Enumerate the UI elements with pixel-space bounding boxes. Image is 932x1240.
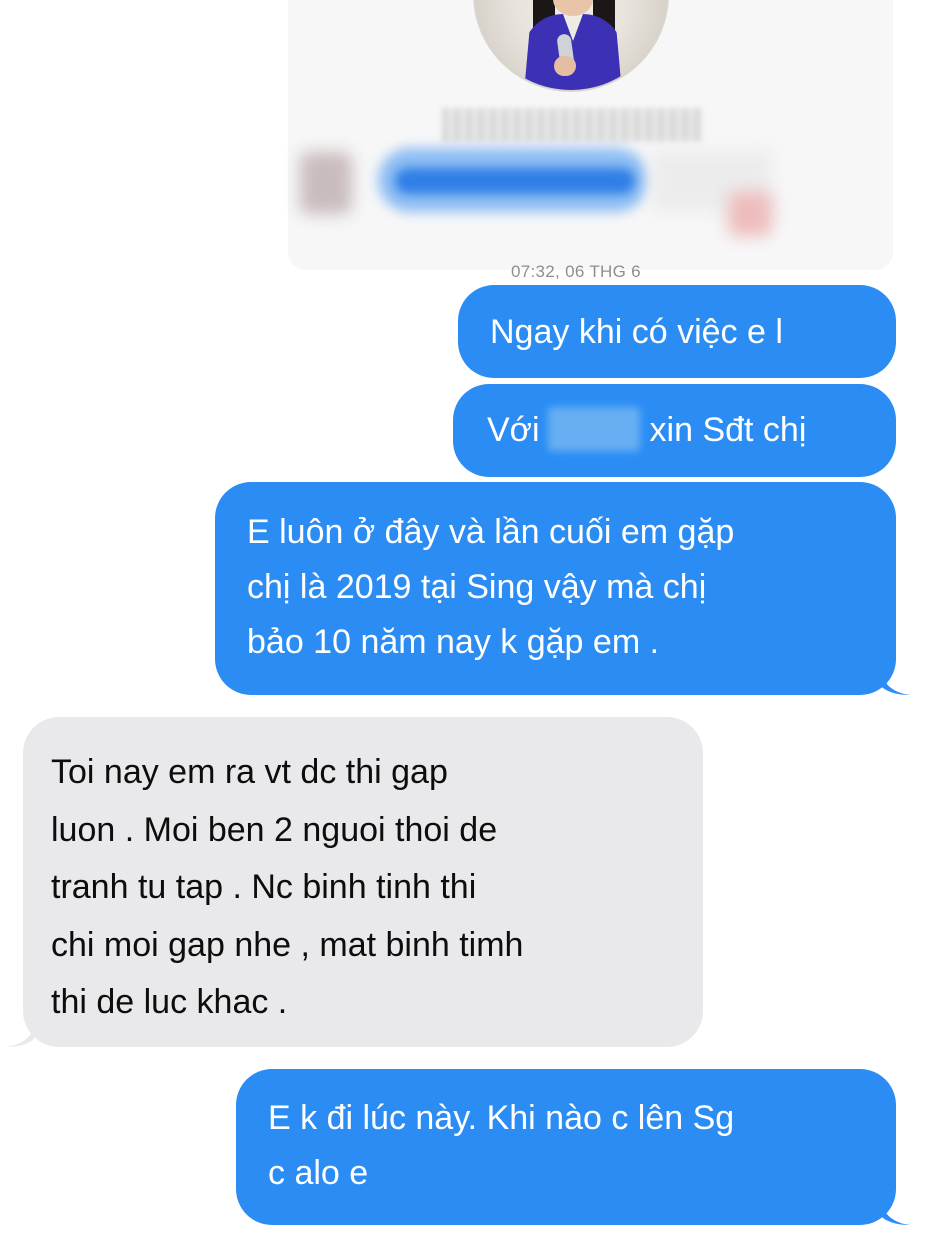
- avatar-hand: [554, 56, 576, 76]
- avatar-face: [553, 0, 593, 16]
- message-text-line: E k đi lúc này. Khi nào c lên Sg: [268, 1099, 735, 1137]
- message-text-line: bảo 10 năm nay k gặp em .: [247, 623, 660, 661]
- message-text: Ngay khi có việc e l: [490, 313, 783, 351]
- outgoing-message-bubble[interactable]: E luôn ở đây và lần cuối em gặp chị là 2…: [215, 482, 896, 695]
- blurred-contact-name: [442, 108, 702, 142]
- message-text-line: thi de luc khac .: [51, 983, 288, 1021]
- message-text-line: c alo e: [268, 1154, 369, 1192]
- message-text-line: tranh tu tap . Nc binh tinh thi: [51, 868, 477, 906]
- message-text-line: Toi nay em ra vt dc thi gap: [51, 753, 448, 791]
- message-text-line: chi moi gap nhe , mat binh timh: [51, 925, 524, 964]
- message-timestamp: 07:32, 06 THG 6: [511, 262, 641, 279]
- blurred-link-text: [395, 168, 635, 194]
- message-text-suffix: xin Sđt chị: [649, 411, 807, 449]
- outgoing-message-bubble[interactable]: Ngay khi có việc e l: [458, 285, 896, 378]
- outgoing-message-bubble[interactable]: Với xin Sđt chị: [453, 384, 896, 477]
- message-text-line: E luôn ở đây và lần cuối em gặp: [247, 513, 735, 551]
- blurred-reaction: [728, 192, 772, 236]
- message-text-line: chị là 2019 tại Sing vậy mà chị: [247, 568, 707, 606]
- message-text-prefix: Với: [487, 411, 540, 449]
- redacted-name: [547, 407, 640, 451]
- incoming-message-bubble[interactable]: Toi nay em ra vt dc thi gap luon . Moi b…: [23, 717, 703, 1047]
- blurred-thumbnail: [300, 152, 352, 214]
- outgoing-message-bubble[interactable]: E k đi lúc này. Khi nào c lên Sg c alo e: [236, 1069, 896, 1225]
- message-text-line: luon . Moi ben 2 nguoi thoi de: [51, 810, 498, 849]
